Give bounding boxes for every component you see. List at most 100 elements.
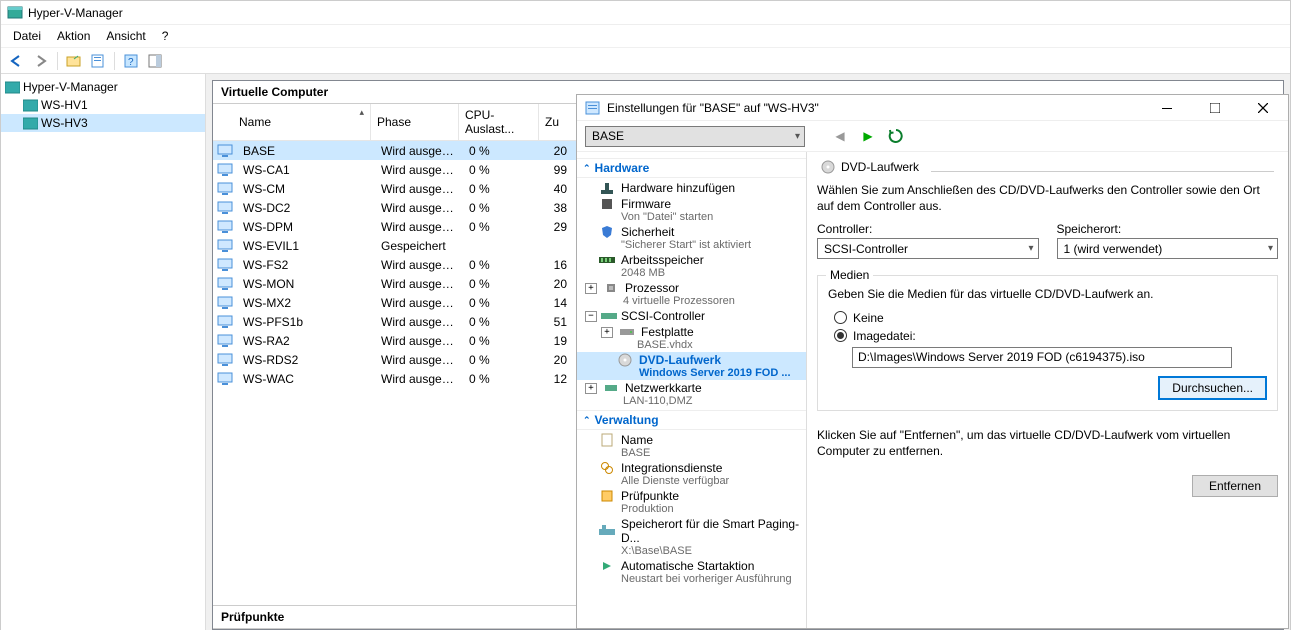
dialog-title-bar: Einstellungen für "BASE" auf "WS-HV3" — [577, 95, 1288, 121]
settings-detail: DVD-Laufwerk Wählen Sie zum Anschließen … — [807, 152, 1288, 628]
cell-name: WS-FS2 — [237, 258, 375, 272]
vm-icon — [217, 296, 233, 309]
nav-forward-icon[interactable] — [31, 51, 51, 71]
chevron-up-icon: ⌃ — [583, 415, 591, 426]
detail-header: DVD-Laufwerk — [841, 160, 919, 174]
hw-security[interactable]: Sicherheit"Sicherer Start" ist aktiviert — [577, 224, 806, 252]
mgmt-checkpoints[interactable]: PrüfpunkteProduktion — [577, 488, 806, 516]
vm-icon — [217, 163, 233, 176]
cell-name: WS-DPM — [237, 220, 375, 234]
menu-action[interactable]: Aktion — [51, 27, 96, 45]
close-button[interactable] — [1246, 97, 1280, 119]
properties-icon[interactable] — [88, 51, 108, 71]
nav-back-icon[interactable] — [7, 51, 27, 71]
settings-nav[interactable]: ⌃Hardware Hardware hinzufügen FirmwareVo… — [577, 152, 807, 628]
vm-icon — [217, 220, 233, 233]
separator — [114, 52, 115, 70]
vm-icon — [217, 334, 233, 347]
scsi-icon — [601, 309, 617, 323]
location-label: Speicherort: — [1057, 222, 1279, 236]
cell-phase: Wird ausgeführt — [375, 144, 463, 158]
cell-phase: Wird ausgeführt — [375, 353, 463, 367]
section-hardware[interactable]: ⌃Hardware — [577, 158, 806, 178]
cell-phase: Wird ausgeführt — [375, 277, 463, 291]
paging-icon — [599, 524, 615, 538]
tree-root[interactable]: Hyper-V-Manager — [1, 78, 205, 96]
mgmt-name[interactable]: NameBASE — [577, 432, 806, 460]
radio-image[interactable]: Imagedatei: — [834, 329, 1267, 343]
maximize-button[interactable] — [1198, 97, 1232, 119]
hw-firmware[interactable]: FirmwareVon "Datei" starten — [577, 196, 806, 224]
expand-icon[interactable]: + — [585, 283, 597, 294]
collapse-icon[interactable]: − — [585, 311, 597, 322]
vm-icon — [217, 258, 233, 271]
refresh-icon[interactable] — [887, 128, 905, 144]
mgmt-autostart[interactable]: Automatische StartaktionNeustart bei vor… — [577, 558, 806, 586]
cell-phase: Gespeichert — [375, 239, 463, 253]
minimize-button[interactable] — [1150, 97, 1184, 119]
memory-icon — [599, 253, 615, 267]
menu-help[interactable]: ? — [156, 27, 175, 45]
prev-button[interactable]: ◀ — [831, 129, 849, 143]
radio-none[interactable]: Keine — [834, 311, 1267, 325]
cell-cpu: 0 % — [463, 201, 543, 215]
cell-name: BASE — [237, 144, 375, 158]
cell-zu: 99 — [543, 163, 569, 177]
dialog-title: Einstellungen für "BASE" auf "WS-HV3" — [607, 101, 819, 115]
svg-text:?: ? — [128, 57, 134, 68]
cell-phase: Wird ausgeführt — [375, 315, 463, 329]
expand-icon[interactable]: + — [585, 383, 597, 394]
location-select[interactable]: 1 (wird verwendet) — [1057, 238, 1279, 259]
cell-cpu: 0 % — [463, 277, 543, 291]
cell-name: WS-RA2 — [237, 334, 375, 348]
vm-icon — [217, 372, 233, 385]
expand-icon[interactable]: + — [601, 327, 613, 338]
menu-file[interactable]: Datei — [7, 27, 47, 45]
section-management[interactable]: ⌃Verwaltung — [577, 410, 806, 430]
tree-host-label: WS-HV1 — [41, 98, 88, 112]
settings-icon — [585, 100, 601, 116]
col-zu[interactable]: Zu — [539, 104, 565, 140]
controller-label: Controller: — [817, 222, 1039, 236]
hw-memory[interactable]: Arbeitsspeicher2048 MB — [577, 252, 806, 280]
menu-view[interactable]: Ansicht — [100, 27, 151, 45]
hw-cpu[interactable]: +Prozessor4 virtuelle Prozessoren — [577, 280, 806, 308]
vm-selector[interactable]: BASE — [585, 126, 805, 147]
col-phase[interactable]: Phase — [371, 104, 459, 140]
cpu-icon — [603, 281, 619, 295]
hw-add-hardware[interactable]: Hardware hinzufügen — [577, 180, 806, 196]
cell-zu: 20 — [543, 277, 569, 291]
browse-button[interactable]: Durchsuchen... — [1158, 376, 1267, 400]
cell-cpu: 0 % — [463, 372, 543, 386]
cell-cpu: 0 % — [463, 296, 543, 310]
firmware-icon — [599, 197, 615, 211]
vm-icon — [217, 144, 233, 157]
col-name[interactable]: Name▴ — [213, 104, 371, 140]
help-icon[interactable]: ? — [121, 51, 141, 71]
col-cpu[interactable]: CPU-Auslast... — [459, 104, 539, 140]
detail-intro: Wählen Sie zum Anschließen des CD/DVD-La… — [817, 182, 1278, 214]
tree-root-label: Hyper-V-Manager — [23, 80, 118, 94]
hw-network[interactable]: +NetzwerkkarteLAN-110,DMZ — [577, 380, 806, 408]
next-button[interactable]: ▶ — [859, 129, 877, 143]
cell-zu: 51 — [543, 315, 569, 329]
tree-host[interactable]: WS-HV1 — [1, 96, 205, 114]
cell-cpu: 0 % — [463, 334, 543, 348]
mgmt-paging-location[interactable]: Speicherort für die Smart Paging-D...X:\… — [577, 516, 806, 558]
hw-dvd-drive[interactable]: DVD-LaufwerkWindows Server 2019 FOD ... — [577, 352, 806, 380]
dvd-icon — [617, 353, 633, 367]
hw-disk[interactable]: +FestplatteBASE.vhdx — [577, 324, 806, 352]
folder-icon[interactable] — [64, 51, 84, 71]
mgmt-integration[interactable]: IntegrationsdiensteAlle Dienste verfügba… — [577, 460, 806, 488]
hw-scsi-controller[interactable]: −SCSI-Controller — [577, 308, 806, 324]
server-icon — [23, 117, 38, 130]
action-pane-icon[interactable] — [145, 51, 165, 71]
vm-icon — [217, 353, 233, 366]
cell-cpu: 0 % — [463, 258, 543, 272]
remove-button[interactable]: Entfernen — [1192, 475, 1278, 497]
cell-cpu: 0 % — [463, 163, 543, 177]
cell-phase: Wird ausgeführt — [375, 372, 463, 386]
image-path-input[interactable]: D:\Images\Windows Server 2019 FOD (c6194… — [852, 347, 1232, 368]
tree-host[interactable]: WS-HV3 — [1, 114, 205, 132]
controller-select[interactable]: SCSI-Controller — [817, 238, 1039, 259]
